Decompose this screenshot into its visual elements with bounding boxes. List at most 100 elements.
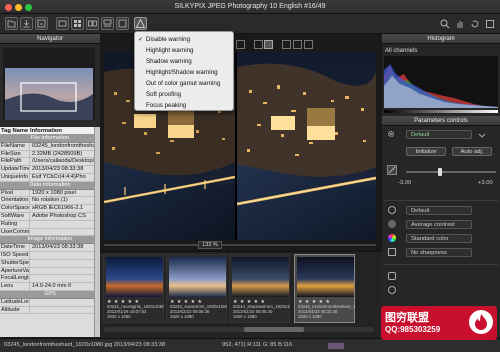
filmstrip-thumbnail[interactable]: ★ ★ ★ ★ ★03244_shadowsfrom_1920x1080.jpg…	[229, 254, 290, 323]
info-section-header[interactable]: Image information	[0, 236, 100, 245]
info-row[interactable]: UniqueInfo Exif YCbCr(4:4:4)Pho	[0, 173, 100, 182]
info-row[interactable]: FileName 03245_londonfromtheshard	[0, 142, 100, 151]
navigator-header: Navigator	[0, 34, 100, 44]
exposure-icon[interactable]	[387, 165, 397, 175]
warning-menu-item[interactable]: Shadow warning	[135, 56, 233, 67]
preset-dropdown[interactable]: Default	[406, 130, 472, 139]
info-tag: Pixel	[0, 189, 30, 197]
warning-menu-item[interactable]: Focus peaking	[135, 100, 233, 111]
histogram-channel[interactable]: All channels	[385, 48, 417, 54]
save-button[interactable]	[20, 17, 33, 30]
gear-icon[interactable]	[387, 130, 395, 138]
info-row[interactable]: ApertureVal	[0, 267, 100, 276]
open-folder-button[interactable]	[5, 17, 18, 30]
sharpness-icon[interactable]	[388, 248, 396, 256]
right-panel: Histogram All channels Parameters contro…	[382, 34, 500, 340]
compare-icon[interactable]	[264, 40, 273, 49]
info-tag: SoftWare	[0, 212, 30, 220]
fit-view-button[interactable]	[116, 17, 129, 30]
info-row[interactable]: FocalLength	[0, 275, 100, 284]
white-balance-dropdown[interactable]: Default	[406, 206, 472, 215]
color-dropdown[interactable]: Standard color	[406, 234, 472, 243]
filmstrip-thumbnail[interactable]: ★ ★ ★ ★ ★03242_neonlights_1920x1080.jpg2…	[103, 254, 164, 323]
batch-button[interactable]	[35, 17, 48, 30]
menu-item-label: Focus peaking	[146, 102, 187, 109]
rotate-right-icon[interactable]	[304, 40, 313, 49]
exposure-slider[interactable]	[406, 168, 496, 176]
histogram-gradient	[384, 110, 498, 113]
info-row[interactable]: UpdateTime 2013/04/23 08:33:38	[0, 166, 100, 174]
white-balance-icon[interactable]	[388, 206, 396, 214]
info-row[interactable]: Orientation No rotation (1)	[0, 197, 100, 206]
filmstrip-scrollbar[interactable]	[104, 327, 374, 332]
filmstrip-scroll-thumb[interactable]	[244, 327, 304, 332]
warning-menu-item[interactable]: Highlight/Shadow warning	[135, 67, 233, 78]
info-tag: FocalLength	[1, 275, 30, 283]
zoom-level[interactable]: 133 %	[198, 241, 222, 249]
navigator-title: Navigator	[37, 36, 63, 42]
params-header: Parameters controls	[382, 116, 500, 126]
single-view-button[interactable]	[56, 17, 69, 30]
crop-icon[interactable]	[254, 40, 263, 49]
info-row[interactable]: Lens 14.0-24.0 mm f/	[0, 283, 100, 291]
info-row[interactable]: DateTime 2013/04/23 08:33:38	[0, 244, 100, 252]
hand-tool-icon[interactable]	[455, 19, 465, 29]
info-tag: Orientation	[1, 197, 30, 205]
warning-menu-item[interactable]: Out of color gamut warning	[135, 78, 233, 89]
warning-menu-item[interactable]: Soft proofing	[135, 89, 233, 100]
preview-image-after[interactable]	[236, 52, 378, 240]
split-icon[interactable]	[282, 40, 291, 49]
sharpness-dropdown[interactable]: No sharpness	[406, 248, 472, 257]
info-row[interactable]: SoftWare Adobe Photoshop CS	[0, 212, 100, 221]
lens-icon[interactable]	[388, 272, 396, 280]
warning-menu-item[interactable]: ✓ Disable warning	[135, 34, 233, 45]
info-tag: UpdateTime	[1, 166, 30, 173]
grid-icon[interactable]	[236, 40, 245, 49]
thumbnail-image	[232, 257, 289, 297]
col-tag-header: Tag Name	[1, 128, 29, 134]
info-tag: LatitudeLongit	[1, 298, 30, 306]
rotate-icon[interactable]	[470, 19, 480, 29]
info-row[interactable]: Altitude	[0, 306, 100, 315]
color-icon[interactable]	[388, 234, 396, 242]
compare-view-button[interactable]	[86, 17, 99, 30]
warning-menu-button[interactable]	[134, 17, 147, 30]
thumbnail-view-button[interactable]	[71, 17, 84, 30]
info-tag: UniqueInfo	[1, 173, 30, 181]
warning-menu-item[interactable]: Highlight warning	[135, 45, 233, 56]
info-row[interactable]: ShutterSpeed	[0, 259, 100, 268]
rotate-left-icon[interactable]	[293, 40, 302, 49]
divider	[384, 200, 498, 201]
info-row[interactable]: Pixel 1920 x 1080 pixel	[0, 189, 100, 198]
fullscreen-icon[interactable]	[485, 19, 495, 29]
toolbar	[0, 14, 500, 34]
info-row[interactable]: FileSize 2.32MB (2428509B)	[0, 150, 100, 159]
magnifier-icon[interactable]	[440, 19, 450, 29]
info-row[interactable]: FilePath/Users/cailaoda/Desktop/3277	[0, 158, 100, 167]
info-section-header[interactable]: GPS	[0, 290, 100, 299]
info-row[interactable]: ColorSpace sRGB IEC61966-2.1	[0, 205, 100, 213]
info-row[interactable]: ISO Speed	[0, 251, 100, 260]
info-section-header[interactable]: Data information	[0, 181, 100, 190]
filmstrip-thumbnail[interactable]: ★ ★ ★ ★ ★03243_sunsetrom_1920x1080.jpg20…	[166, 254, 227, 323]
filmstrip-view-button[interactable]	[101, 17, 114, 30]
info-row[interactable]: LatitudeLongit	[0, 298, 100, 307]
filmstrip-thumbnail[interactable]: ★ ★ ★ ★ ★03245_londonfromtheshard_1920x1…	[294, 254, 355, 323]
info-value	[30, 252, 100, 259]
status-pixel: 952, 471) R:111 G: 85 B:116	[222, 342, 293, 348]
histogram-title: Histogram	[427, 36, 455, 42]
contrast-icon[interactable]	[388, 220, 396, 228]
contrast-dropdown[interactable]: Average contrast	[406, 220, 472, 229]
info-section-header[interactable]: File information	[0, 135, 100, 143]
noise-icon[interactable]	[388, 286, 396, 294]
initialize-button[interactable]: Initialize	[406, 147, 446, 156]
info-tag: ISO Speed	[1, 251, 30, 259]
menu-item-label: Highlight warning	[146, 47, 194, 54]
auto-adjust-button[interactable]: Auto adj.	[452, 147, 492, 156]
info-row[interactable]: UserComment	[0, 228, 100, 237]
navigator-preview[interactable]	[3, 48, 95, 120]
info-row[interactable]: Rating	[0, 220, 100, 229]
exposure-slider-thumb[interactable]	[438, 168, 443, 176]
chevron-down-icon[interactable]	[478, 131, 486, 139]
color-value: Standard color	[411, 236, 449, 242]
